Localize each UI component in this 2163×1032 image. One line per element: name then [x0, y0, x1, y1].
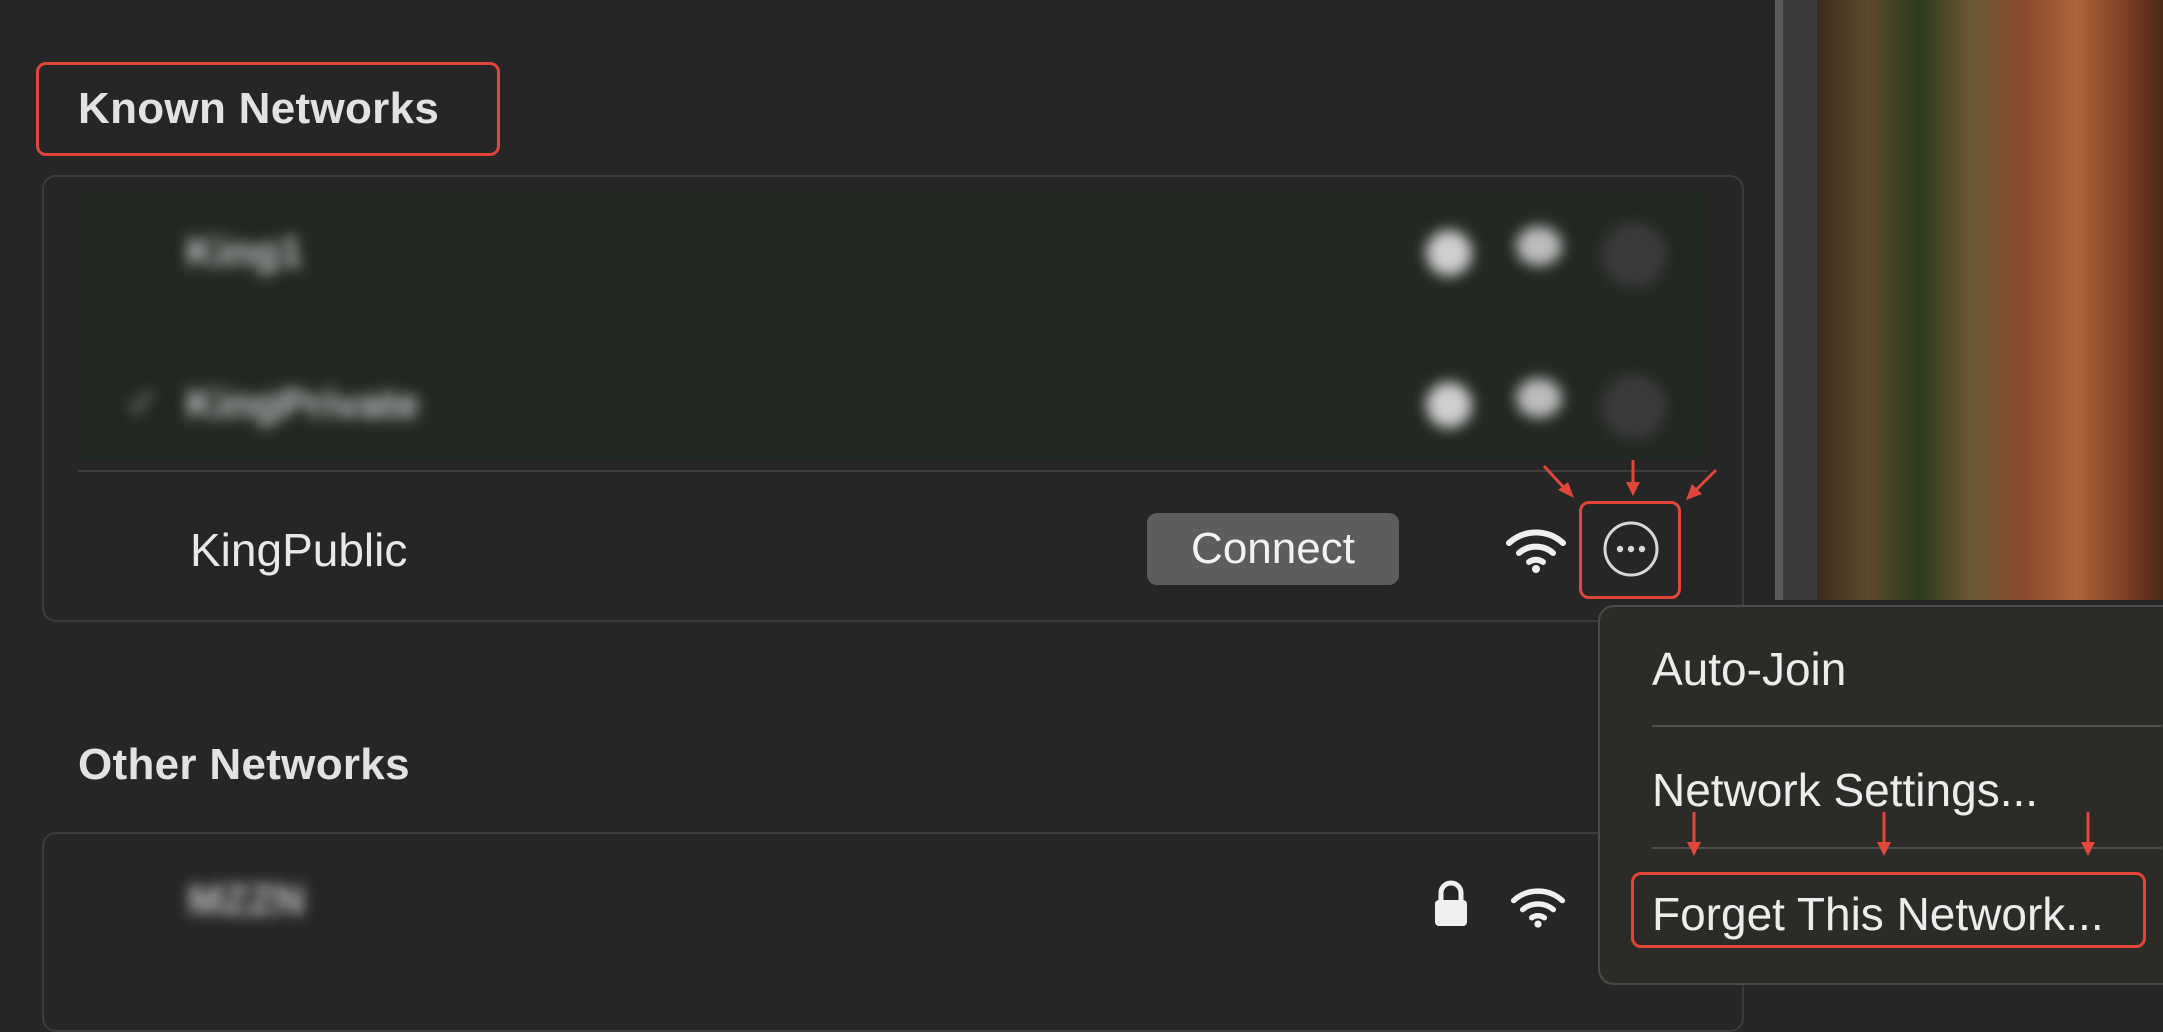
wifi-icon	[1505, 525, 1567, 573]
wifi-icon	[1516, 378, 1562, 418]
arrow-icon	[1687, 812, 2095, 856]
arrow-icon	[1542, 460, 1718, 500]
wifi-icon	[1510, 884, 1566, 928]
connect-button[interactable]: Connect	[1147, 513, 1399, 585]
network-name: King1	[186, 228, 303, 275]
forget-network-highlight	[1631, 872, 2146, 948]
lock-icon	[1433, 880, 1469, 928]
lock-icon	[1426, 382, 1472, 428]
window-border	[1775, 0, 1783, 600]
known-network-row[interactable]: King1	[76, 200, 1706, 300]
ellipsis-circle-icon[interactable]	[1601, 374, 1667, 440]
auto-join-menu-item[interactable]: Auto-Join	[1652, 642, 1846, 696]
network-settings-menu-item[interactable]: Network Settings...	[1652, 763, 2038, 817]
other-networks-title: Other Networks	[78, 740, 410, 789]
lock-icon	[1426, 230, 1472, 276]
menu-separator	[1652, 725, 2162, 727]
desktop-wallpaper	[1815, 0, 2163, 600]
row-divider	[78, 470, 1708, 472]
network-name: MZZN	[188, 876, 305, 923]
ellipsis-circle-icon[interactable]	[1601, 222, 1667, 288]
known-network-row[interactable]: KingPublic Connect	[78, 475, 1708, 615]
wifi-icon	[1516, 226, 1562, 266]
checkmark-icon: ✓	[126, 381, 160, 425]
known-network-row[interactable]: ✓ KingPrivate	[76, 352, 1706, 452]
network-name: KingPublic	[190, 524, 408, 576]
network-name: KingPrivate	[186, 380, 420, 427]
ellipsis-circle-icon[interactable]	[1602, 520, 1660, 578]
other-network-row[interactable]: MZZN	[78, 842, 1708, 960]
known-networks-title: Known Networks	[78, 84, 440, 133]
